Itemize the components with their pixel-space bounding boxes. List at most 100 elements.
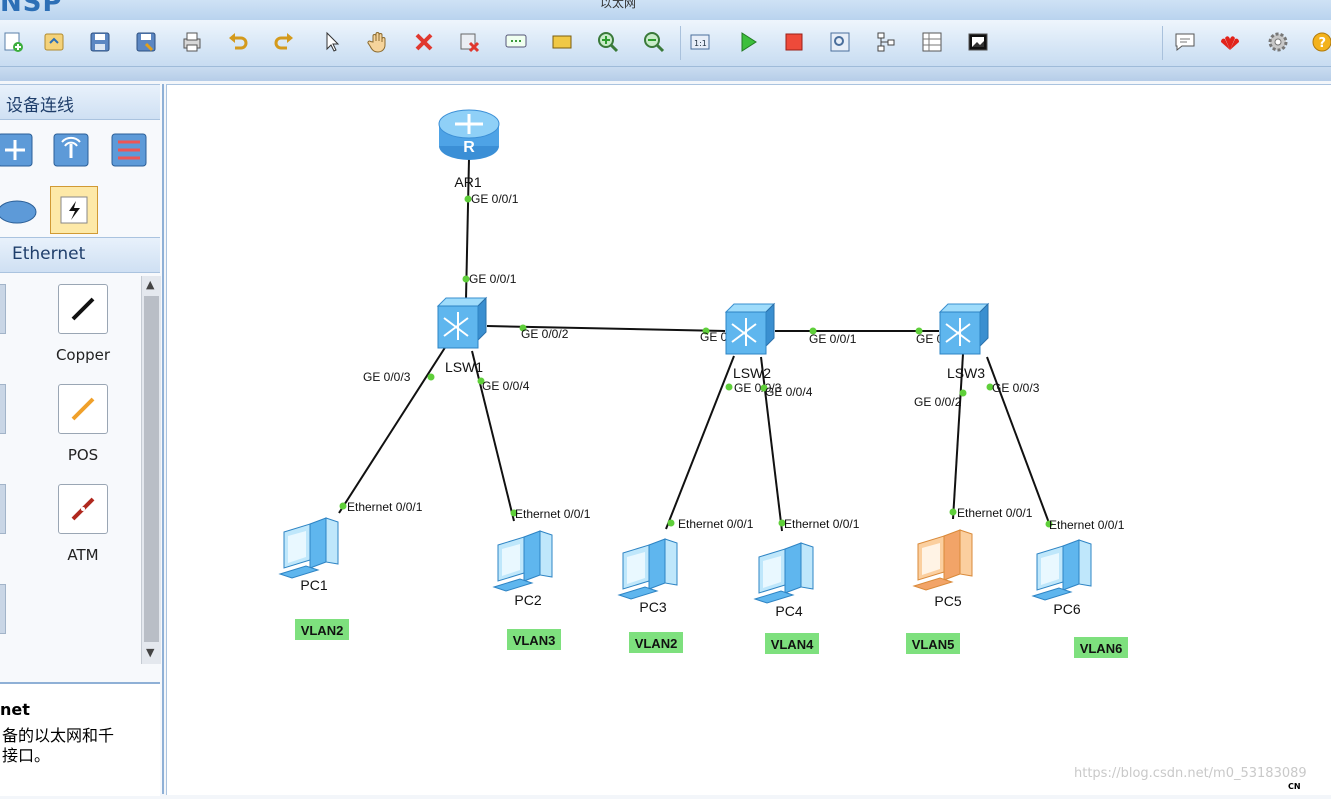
- cables-section-header[interactable]: Ethernet: [0, 237, 160, 273]
- port-label: Ethernet 0/0/1: [784, 517, 860, 531]
- zoom-in-icon[interactable]: [594, 28, 622, 56]
- save-as-icon[interactable]: [132, 28, 160, 56]
- capture-icon[interactable]: [826, 28, 854, 56]
- device-label: PC2: [514, 592, 541, 608]
- app-logo: NSP: [0, 0, 63, 18]
- new-topology-icon[interactable]: [0, 28, 28, 56]
- pc3-pc-icon[interactable]: [617, 538, 678, 600]
- devices-section-header[interactable]: 设备连线: [0, 84, 160, 120]
- svg-text:1:1: 1:1: [694, 39, 707, 48]
- connection-category-icon[interactable]: [50, 186, 98, 234]
- cable-item-partial[interactable]: [0, 584, 6, 634]
- pc4-pc-icon[interactable]: [753, 542, 814, 604]
- device-label: LSW2: [733, 365, 771, 381]
- link-line[interactable]: [665, 355, 735, 530]
- topology-svg[interactable]: GE 0/0/1 GE 0/0/1 GE 0/0/2 GE 0/0/2 GE 0/0/1…: [167, 85, 1331, 795]
- print-icon[interactable]: [178, 28, 206, 56]
- firewall-category-icon[interactable]: [108, 130, 150, 170]
- select-icon[interactable]: [318, 28, 346, 56]
- fullscreen-icon[interactable]: [964, 28, 992, 56]
- stop-device-icon[interactable]: [780, 28, 808, 56]
- fit-view-icon[interactable]: 1:1: [686, 28, 714, 56]
- pc6-pc-icon[interactable]: [1031, 539, 1092, 601]
- cable-info-title: net: [0, 700, 30, 719]
- atm-cable-label: ATM: [67, 546, 99, 564]
- port-label: Ethernet 0/0/1: [347, 500, 423, 514]
- pan-hand-icon[interactable]: [364, 28, 392, 56]
- port-status-dot: [339, 502, 347, 510]
- window-title: 以太网: [600, 0, 637, 10]
- port-label: GE 0/0/1: [469, 272, 517, 286]
- text-label-icon[interactable]: [502, 28, 530, 56]
- topology-canvas[interactable]: GE 0/0/1 GE 0/0/1 GE 0/0/2 GE 0/0/2 GE 0/0/1…: [166, 84, 1331, 795]
- atm-cable-icon[interactable]: [58, 484, 108, 534]
- scroll-up-arrow-icon[interactable]: ▲: [146, 278, 154, 291]
- zoom-out-icon[interactable]: [640, 28, 668, 56]
- device-label: LSW3: [947, 365, 985, 381]
- device-label: AR1: [454, 174, 481, 190]
- device-label: PC5: [934, 593, 961, 609]
- title-bar: NSP 以太网: [0, 0, 1331, 20]
- watermark: https://blog.csdn.net/m0_53183089: [1074, 766, 1307, 781]
- device-panel: 设备连线 Ethernet Copper POS ATM ▲ ▼ net 备的以…: [0, 84, 164, 796]
- port-label: Ethernet 0/0/1: [957, 506, 1033, 520]
- device-label: LSW1: [445, 359, 483, 375]
- undo-icon[interactable]: [224, 28, 252, 56]
- scroll-down-arrow-icon[interactable]: ▼: [146, 646, 154, 659]
- pc5-pc-icon[interactable]: [912, 529, 973, 591]
- topology-icon[interactable]: [872, 28, 900, 56]
- port-label: GE 0/0/1: [809, 332, 857, 346]
- lsw2-switch-icon[interactable]: [724, 302, 776, 355]
- router-category-icon[interactable]: [0, 130, 36, 170]
- copper-cable-label: Copper: [55, 346, 111, 364]
- toolbar-bottom-strip: [0, 67, 1331, 81]
- pc2-pc-icon[interactable]: [492, 530, 553, 592]
- port-label: GE 0/0/2: [914, 395, 962, 409]
- huawei-icon[interactable]: [1216, 28, 1244, 56]
- pc1-pc-icon[interactable]: [278, 517, 339, 579]
- help-icon[interactable]: ?: [1308, 28, 1331, 56]
- open-icon[interactable]: [40, 28, 68, 56]
- rectangle-icon[interactable]: [548, 28, 576, 56]
- vlan-tag: VLAN2: [635, 636, 678, 651]
- port-label: GE 0/0/3: [992, 381, 1040, 395]
- start-device-icon[interactable]: [734, 28, 762, 56]
- port-status-dot: [949, 508, 957, 516]
- toolbar-separator: [1162, 26, 1163, 60]
- grid-icon[interactable]: [918, 28, 946, 56]
- vlan-tag: VLAN6: [1080, 641, 1123, 656]
- copper-cable-icon[interactable]: [58, 284, 108, 334]
- port-label: Ethernet 0/0/1: [678, 517, 754, 531]
- port-status-dot: [427, 373, 435, 381]
- device-label: PC4: [775, 603, 802, 619]
- corner-badge: CN: [1288, 782, 1301, 791]
- cloud-category-icon[interactable]: [0, 190, 38, 230]
- pos-cable-icon[interactable]: [58, 384, 108, 434]
- cable-list-scrollbar[interactable]: ▲ ▼: [141, 276, 161, 664]
- link-line[interactable]: [471, 350, 515, 522]
- port-label: GE 0/0/3: [363, 370, 411, 384]
- save-icon[interactable]: [86, 28, 114, 56]
- main-toolbar: 1:1 ?: [0, 20, 1331, 67]
- cable-item-partial[interactable]: [0, 384, 6, 434]
- toolbar-separator: [680, 26, 681, 60]
- device-label: PC1: [300, 577, 327, 593]
- chat-icon[interactable]: [1171, 28, 1199, 56]
- scroll-thumb[interactable]: [144, 296, 159, 642]
- delete-all-icon[interactable]: [456, 28, 484, 56]
- port-label: GE 0/0/2: [521, 327, 569, 341]
- vlan-tag: VLAN5: [912, 637, 955, 652]
- cable-item-partial[interactable]: [0, 284, 6, 334]
- settings-icon[interactable]: [1264, 28, 1292, 56]
- vlan-tag: VLAN4: [771, 637, 814, 652]
- device-label: PC6: [1053, 601, 1080, 617]
- lsw1-switch-icon[interactable]: [436, 296, 488, 349]
- redo-icon[interactable]: [270, 28, 298, 56]
- cable-item-partial[interactable]: [0, 484, 6, 534]
- port-label: Ethernet 0/0/1: [1049, 518, 1125, 532]
- port-status-dot: [725, 383, 733, 391]
- ar1-router-icon[interactable]: R: [438, 109, 500, 160]
- lsw3-switch-icon[interactable]: [938, 302, 990, 355]
- wlan-category-icon[interactable]: [50, 130, 92, 170]
- delete-icon[interactable]: [410, 28, 438, 56]
